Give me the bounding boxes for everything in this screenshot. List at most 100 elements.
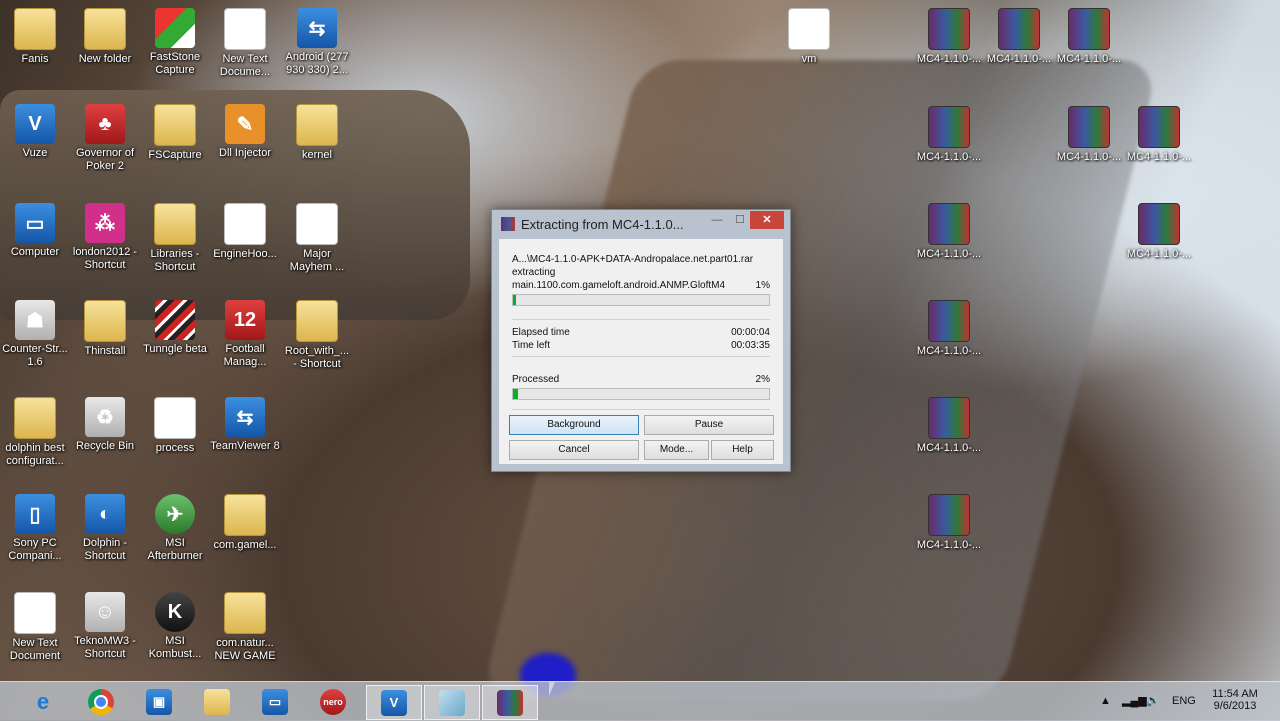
clock[interactable]: 11:54 AM 9/6/2013 [1206, 682, 1264, 721]
enginehook-icon [224, 203, 266, 245]
desktop-icon-vm[interactable]: vm [774, 8, 844, 66]
taskbar-nero[interactable]: nero [306, 685, 360, 718]
desktop-icon-new-text-document[interactable]: New Text Document [0, 592, 70, 663]
language-indicator[interactable]: ENG [1172, 682, 1196, 721]
desktop-icon-com-gameloft[interactable]: com.gamel... [210, 494, 280, 552]
vuze-icon: V [381, 689, 407, 716]
desktop-icon-counter-strike[interactable]: ☗ Counter-Str... 1.6 [0, 300, 70, 369]
desktop-icon-rar[interactable]: MC4-1.1.0-... [914, 106, 984, 164]
help-button[interactable]: Help [711, 440, 774, 460]
desktop-icon-vuze[interactable]: V Vuze [0, 104, 70, 160]
desktop-icon-enginehook[interactable]: EngineHoo... [210, 203, 280, 261]
taskbar-fscapture[interactable] [424, 685, 480, 720]
time-left-label: Time left [512, 340, 550, 351]
background-button[interactable]: Background [509, 415, 639, 435]
winrar-archive-icon [928, 300, 970, 342]
desktop-icon-teknomw3[interactable]: ☺ TeknoMW3 - Shortcut [70, 592, 140, 661]
teamviewer-icon: ⇆ [225, 397, 265, 437]
winrar-icon [497, 689, 523, 716]
clock-time: 11:54 AM [1212, 688, 1258, 700]
desktop-icon-rar[interactable]: MC4-1.1.0-... [1124, 106, 1194, 164]
football-manager-icon: 12 [225, 300, 265, 340]
volume-icon[interactable]: 🔊 [1146, 682, 1160, 721]
desktop-icon-rar[interactable]: MC4-1.1.0-... [914, 8, 984, 66]
desktop-icon-rar[interactable]: MC4-1.1.0-... [914, 494, 984, 552]
text-document-icon [224, 8, 266, 50]
winrar-archive-icon [928, 106, 970, 148]
cancel-button[interactable]: Cancel [509, 440, 639, 460]
tray-overflow-chevron[interactable]: ▲ [1100, 682, 1111, 721]
desktop-icon-process[interactable]: process [140, 397, 210, 455]
desktop-icon-rar[interactable]: MC4-1.1.0-... [914, 300, 984, 358]
desktop-icon-dolphin[interactable]: ◐ Dolphin - Shortcut [70, 494, 140, 563]
dialog-body: A...\MC4-1.1.0-APK+DATA-Andropalace.net.… [499, 239, 783, 464]
remote-desktop-icon: ▭ [262, 688, 288, 715]
file-percent: 1% [755, 280, 770, 291]
action-label: extracting [512, 267, 556, 278]
libraries-icon [154, 203, 196, 245]
desktop-icon-governor-of-poker[interactable]: ♣ Governor of Poker 2 [70, 104, 140, 173]
desktop-icon-recycle-bin[interactable]: ♻ Recycle Bin [70, 397, 140, 453]
taskbar-chrome[interactable] [74, 685, 128, 718]
sony-phone-icon: ▯ [15, 494, 55, 534]
counter-strike-icon: ☗ [15, 300, 55, 340]
desktop-icon-sony-pc-companion[interactable]: ▯ Sony PC Compani... [0, 494, 70, 563]
winrar-archive-icon [1068, 8, 1110, 50]
desktop-icon-fanis[interactable]: Fanis [0, 8, 70, 66]
clock-date: 9/6/2013 [1213, 700, 1257, 712]
desktop-icon-rar[interactable]: MC4-1.1.0-... [984, 8, 1054, 66]
file-progress-fill [513, 295, 516, 305]
desktop-icon-teamviewer[interactable]: ⇆ TeamViewer 8 [210, 397, 280, 453]
pause-button[interactable]: Pause [644, 415, 774, 435]
desktop-icon-msi-afterburner[interactable]: ✈ MSI Afterburner [140, 494, 210, 563]
current-file-row: main.1100.com.gameloft.android.ANMP.Glof… [512, 280, 770, 291]
desktop-icon-london2012[interactable]: ⁂ london2012 - Shortcut [70, 203, 140, 272]
minimize-button[interactable]: — [704, 211, 730, 229]
taskbar-winrar[interactable] [482, 685, 538, 720]
desktop-icon-kernel[interactable]: kernel [282, 104, 352, 162]
processed-percent: 2% [755, 374, 770, 385]
taskbar-remote-desktop[interactable]: ▭ [248, 685, 302, 718]
desktop-icon-fscapture[interactable]: FSCapture [140, 104, 210, 162]
desktop-icon-dll-injector[interactable]: ✎ Dll Injector [210, 104, 280, 160]
desktop-icon-rar[interactable]: MC4-1.1.0-... [1054, 8, 1124, 66]
desktop-icon-rar[interactable]: MC4-1.1.0-... [914, 397, 984, 455]
desktop-icon-root-with[interactable]: Root_with_... - Shortcut [282, 300, 352, 371]
msi-kombustor-icon: K [155, 592, 195, 632]
winrar-archive-icon [1138, 106, 1180, 148]
current-file-name: main.1100.com.gameloft.android.ANMP.Glof… [512, 280, 726, 291]
desktop-icon-libraries[interactable]: Libraries - Shortcut [140, 203, 210, 274]
desktop-icon-com-natur[interactable]: com.natur... NEW GAME [210, 592, 280, 663]
desktop-icon-faststone-capture[interactable]: FastStone Capture [140, 8, 210, 77]
desktop-icon-tunngle[interactable]: Tunngle beta [140, 300, 210, 356]
desktop-icon-computer[interactable]: ▭ Computer [0, 203, 70, 259]
taskbar-control-panel[interactable]: ▣ [132, 685, 186, 718]
mode-button[interactable]: Mode... [644, 440, 709, 460]
dialog-titlebar[interactable]: Extracting from MC4-1.1.0... — ☐ ✕ [492, 210, 790, 238]
file-progress-bar [512, 294, 770, 306]
taskbar: e ▣ ▭ nero V ▲ ▂▄▆ 🔊 ENG 11:54 AM 9/6/20… [0, 681, 1280, 721]
dolphin-icon: ◐ [85, 494, 125, 534]
maximize-button[interactable]: ☐ [730, 211, 750, 229]
desktop-icon-rar[interactable]: MC4-1.1.0-... [1054, 106, 1124, 164]
desktop-icon-rar[interactable]: MC4-1.1.0-... [914, 203, 984, 261]
desktop-icon-dolphin-config[interactable]: dolphin best configurat... [0, 397, 70, 468]
desktop-icon-new-text-document-2[interactable]: New Text Docume... [210, 8, 280, 79]
desktop-icon-thinstall[interactable]: Thinstall [70, 300, 140, 358]
dll-injector-icon: ✎ [225, 104, 265, 144]
winrar-archive-icon [928, 8, 970, 50]
desktop-icon-major-mayhem[interactable]: Major Mayhem ... [282, 203, 352, 274]
network-signal-icon[interactable]: ▂▄▆ [1122, 682, 1147, 721]
msi-afterburner-icon: ✈ [155, 494, 195, 534]
taskbar-file-explorer[interactable] [190, 685, 244, 718]
folder-icon [224, 494, 266, 536]
desktop-icon-rar[interactable]: MC4-1.1.0-... [1124, 203, 1194, 261]
desktop-icon-new-folder[interactable]: New folder [70, 8, 140, 66]
document-icon [788, 8, 830, 50]
taskbar-internet-explorer[interactable]: e [16, 685, 70, 718]
desktop-icon-android-teamviewer[interactable]: ⇆ Android (277 930 330) 2... [282, 8, 352, 77]
close-button[interactable]: ✕ [750, 211, 784, 229]
desktop-icon-football-manager[interactable]: 12 Football Manag... [210, 300, 280, 369]
desktop-icon-msi-kombustor[interactable]: K MSI Kombust... [140, 592, 210, 661]
taskbar-vuze[interactable]: V [366, 685, 422, 720]
